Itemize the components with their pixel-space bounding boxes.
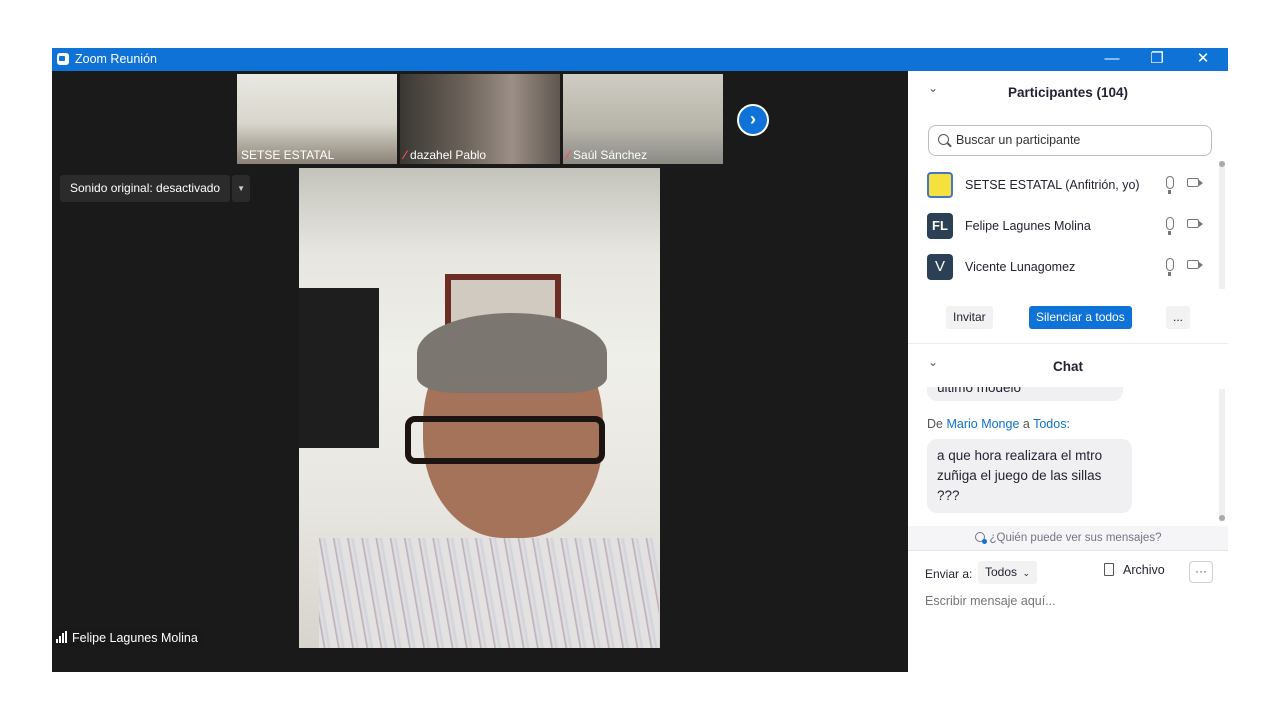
next-page-button[interactable]: › bbox=[737, 104, 769, 136]
window-title: Zoom Reunión bbox=[75, 52, 157, 66]
speaker-glasses bbox=[405, 416, 605, 464]
who-can-see-messages-link[interactable]: ¿Quién puede ver sus mensajes? bbox=[908, 526, 1228, 550]
thumbnail-name: ⁄ dazahel Pablo bbox=[404, 148, 487, 162]
video-thumbnail[interactable]: ⁄ dazahel Pablo bbox=[400, 74, 560, 164]
video-camera-icon[interactable] bbox=[1187, 219, 1203, 228]
microphone-icon[interactable] bbox=[1166, 258, 1174, 276]
chat-messages: último modelo De Mario Monge a Todos: a … bbox=[908, 387, 1228, 524]
file-icon bbox=[1104, 563, 1114, 576]
active-speaker-video bbox=[299, 168, 660, 648]
send-to-label: Enviar a: bbox=[925, 567, 973, 581]
chat-message-input[interactable] bbox=[925, 594, 1215, 608]
chat-scrollbar[interactable] bbox=[1219, 389, 1225, 521]
mute-all-button[interactable]: Silenciar a todos bbox=[1029, 306, 1132, 329]
video-thumbnail[interactable]: SETSE ESTATAL bbox=[237, 74, 397, 164]
speaker-hair bbox=[417, 313, 607, 393]
mic-muted-icon: ⁄ bbox=[404, 148, 407, 162]
speaker-name-label: Felipe Lagunes Molina bbox=[52, 628, 202, 648]
avatar: FL bbox=[927, 213, 953, 239]
invite-button[interactable]: Invitar bbox=[946, 306, 993, 329]
participant-search-input[interactable]: Buscar un participante bbox=[928, 125, 1212, 156]
more-options-button[interactable]: ... bbox=[1166, 306, 1190, 329]
zoom-app-icon bbox=[57, 53, 69, 65]
chat-message: último modelo bbox=[927, 387, 1123, 401]
participant-row[interactable]: SETSE ESTATAL (Anfitrión, yo) bbox=[908, 163, 1218, 203]
sender-name[interactable]: Mario Monge bbox=[946, 417, 1019, 431]
close-button[interactable]: ✕ bbox=[1180, 48, 1226, 71]
video-camera-icon[interactable] bbox=[1187, 178, 1203, 187]
recipient-dropdown[interactable]: Todos ⌄ bbox=[978, 561, 1038, 584]
video-thumbnail[interactable]: ⁄ Saúl Sánchez bbox=[563, 74, 723, 164]
participants-scrollbar[interactable] bbox=[1219, 161, 1225, 289]
video-area: SETSE ESTATAL ⁄ dazahel Pablo ⁄ Saúl Sánch… bbox=[52, 71, 908, 672]
participants-header: ⌄ Participantes (104) bbox=[908, 71, 1228, 111]
microphone-icon[interactable] bbox=[1166, 176, 1174, 194]
avatar bbox=[927, 172, 953, 198]
maximize-button[interactable]: ❐ bbox=[1134, 48, 1180, 71]
thumbnail-name: ⁄ Saúl Sánchez bbox=[567, 148, 648, 162]
thumbnail-name: SETSE ESTATAL bbox=[241, 148, 335, 162]
file-button[interactable]: Archivo bbox=[1104, 563, 1165, 577]
original-sound-button[interactable]: Sonido original: desactivado ▼ bbox=[60, 175, 251, 202]
section-divider bbox=[908, 343, 1228, 344]
chat-title: Chat bbox=[1053, 359, 1083, 374]
avatar: V bbox=[927, 254, 953, 280]
participant-name: Felipe Lagunes Molina bbox=[965, 219, 1091, 233]
participants-title: Participantes (104) bbox=[1007, 85, 1129, 100]
participant-name: Vicente Lunagomez bbox=[965, 260, 1076, 274]
original-sound-label: Sonido original: desactivado bbox=[70, 181, 221, 195]
video-camera-icon[interactable] bbox=[1187, 260, 1203, 269]
chat-header: ⌄ Chat bbox=[908, 345, 1228, 385]
participant-name: SETSE ESTATAL (Anfitrión, yo) bbox=[965, 178, 1140, 192]
recipient-name[interactable]: Todos: bbox=[1033, 417, 1070, 431]
chat-more-button[interactable]: ··· bbox=[1189, 561, 1213, 583]
participant-row[interactable]: V Vicente Lunagomez bbox=[908, 245, 1218, 285]
tv-background bbox=[299, 288, 379, 448]
message-sender-line: De Mario Monge a Todos: bbox=[927, 417, 1070, 431]
zoom-window: Zoom Reunión — ❐ ✕ SETSE ESTATAL ⁄ dazahe… bbox=[52, 48, 1228, 672]
minimize-button[interactable]: — bbox=[1089, 48, 1135, 71]
dropdown-arrow-icon[interactable]: ▼ bbox=[232, 175, 251, 202]
chevron-down-icon: ⌄ bbox=[1020, 568, 1031, 578]
chat-message: a que hora realizara el mtro zuñiga el j… bbox=[927, 439, 1132, 513]
person-icon bbox=[974, 532, 987, 544]
participant-row[interactable]: FL Felipe Lagunes Molina bbox=[908, 204, 1218, 244]
microphone-icon[interactable] bbox=[1166, 217, 1174, 235]
speaker-shirt bbox=[319, 538, 659, 648]
mic-muted-icon: ⁄ bbox=[567, 148, 570, 162]
search-icon bbox=[938, 134, 949, 145]
divider bbox=[908, 550, 1228, 551]
signal-strength-icon bbox=[56, 629, 68, 649]
title-bar: Zoom Reunión — ❐ ✕ bbox=[52, 48, 1228, 71]
sidebar-panel: ⌄ Participantes (104) Buscar un particip… bbox=[908, 71, 1228, 672]
